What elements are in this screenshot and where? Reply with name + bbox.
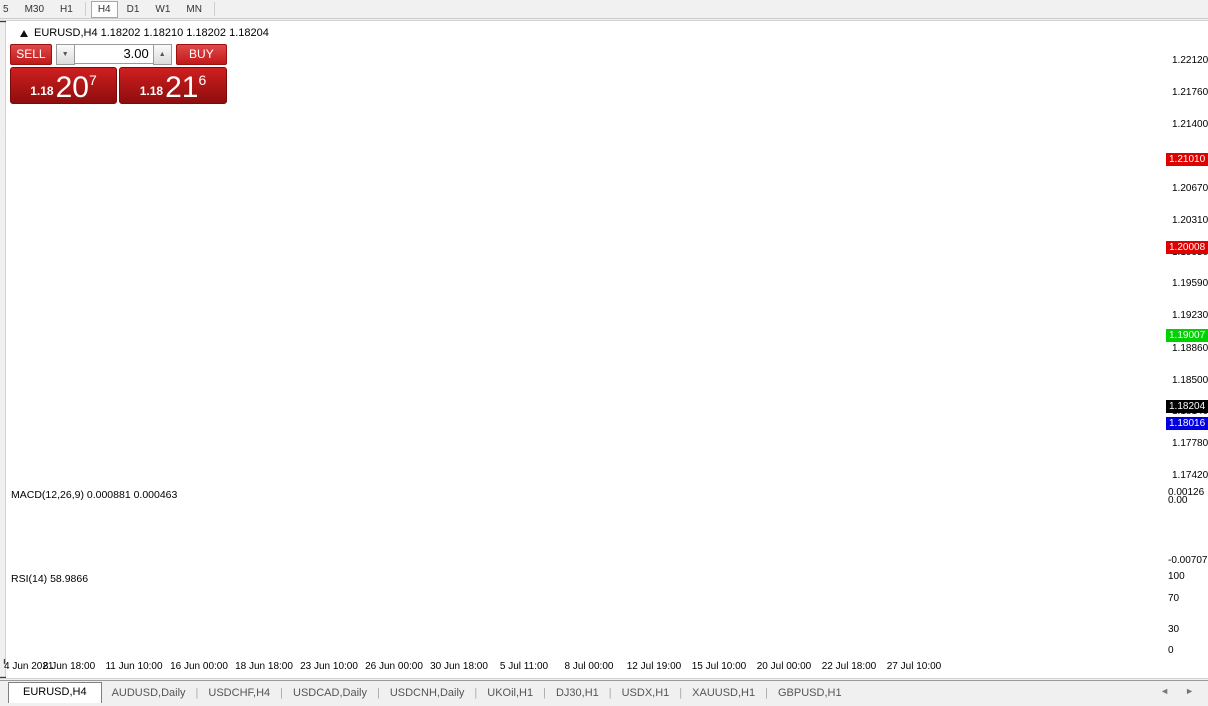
- chart-tab-bar: EURUSD,H4AUDUSD,Daily|USDCHF,H4|USDCAD,D…: [0, 680, 1208, 703]
- price-tick-label: 1.20670: [1172, 183, 1208, 194]
- timeframe-button-mn[interactable]: MN: [179, 1, 209, 18]
- chart-tab-audusd[interactable]: AUDUSD,Daily: [102, 684, 196, 703]
- timeframe-button-5[interactable]: 5: [0, 1, 16, 18]
- time-tick-label: 20 Jul 00:00: [757, 661, 812, 672]
- sell-price-prefix: 1.18: [30, 84, 53, 98]
- price-level-badge: 1.20008: [1166, 241, 1208, 254]
- indicator-axis-label: -0.00707: [1168, 555, 1207, 566]
- timeframe-button-h1[interactable]: H1: [53, 1, 80, 18]
- timeframe-button-d1[interactable]: D1: [120, 1, 147, 18]
- buy-price-button[interactable]: 1.18 21 6: [119, 67, 227, 104]
- timeframe-button-h4[interactable]: H4: [91, 1, 118, 18]
- chart-tab-usdcad[interactable]: USDCAD,Daily: [283, 684, 377, 703]
- price-tick-label: 1.19590: [1172, 278, 1208, 289]
- price-tick-label: 1.17420: [1172, 470, 1208, 481]
- chart-tab-dj30[interactable]: DJ30,H1: [546, 684, 609, 703]
- price-tick-label: 1.21400: [1172, 119, 1208, 130]
- macd-indicator-label: MACD(12,26,9) 0.000881 0.000463: [11, 489, 177, 501]
- chart-window: [6, 21, 1208, 678]
- time-tick-label: 15 Jul 10:00: [692, 661, 747, 672]
- time-tick-label: 5 Jul 11:00: [500, 661, 548, 672]
- chart-tab-xauusd[interactable]: XAUUSD,H1: [682, 684, 765, 703]
- chart-tab-usdcnh[interactable]: USDCNH,Daily: [380, 684, 475, 703]
- price-tick-label: 1.17780: [1172, 438, 1208, 449]
- time-tick-label: 26 Jun 00:00: [365, 661, 423, 672]
- volume-increase-button[interactable]: ▲: [153, 44, 172, 65]
- chart-tab-gbpusd[interactable]: GBPUSD,H1: [768, 684, 852, 703]
- rsi-indicator-label: RSI(14) 58.9866: [11, 573, 88, 585]
- chart-tab-ukoil[interactable]: UKOil,H1: [477, 684, 543, 703]
- timeframe-button-m30[interactable]: M30: [18, 1, 51, 18]
- volume-decrease-button[interactable]: ▼: [56, 44, 75, 65]
- chart-tab-usdx[interactable]: USDX,H1: [612, 684, 680, 703]
- price-tick-label: 1.18500: [1172, 375, 1208, 386]
- price-tick-label: 1.21760: [1172, 87, 1208, 98]
- indicator-axis-label: 70: [1168, 593, 1179, 604]
- time-tick-label: 23 Jun 10:00: [300, 661, 358, 672]
- collapse-panel-triangle-icon[interactable]: [20, 30, 28, 37]
- tabs-scroll-right-icon[interactable]: ►: [1185, 686, 1194, 696]
- volume-input[interactable]: 3.00: [75, 44, 153, 64]
- buy-price-prefix: 1.18: [140, 84, 163, 98]
- price-tick-label: 1.18860: [1172, 343, 1208, 354]
- chart-ohlc-title: EURUSD,H4 1.18202 1.18210 1.18202 1.1820…: [20, 27, 269, 39]
- tabs-scroll-left-icon[interactable]: ◄: [1160, 686, 1169, 696]
- chart-title-text: EURUSD,H4 1.18202 1.18210 1.18202 1.1820…: [34, 27, 269, 39]
- chart-tab-usdchf[interactable]: USDCHF,H4: [198, 684, 280, 703]
- time-tick-label: 27 Jul 10:00: [887, 661, 942, 672]
- time-tick-label: 30 Jun 18:00: [430, 661, 488, 672]
- chart-tab-eurusd[interactable]: EURUSD,H4: [8, 682, 102, 703]
- price-tick-label: 1.22120: [1172, 55, 1208, 66]
- one-click-trading-panel: SELL ▼ 3.00 ▲ BUY 1.18 20 7 1.18 21 6: [10, 44, 227, 100]
- buy-price-pip-digit: 6: [198, 73, 206, 87]
- timeframe-button-w1[interactable]: W1: [148, 1, 177, 18]
- price-tick-label: 1.20310: [1172, 215, 1208, 226]
- sell-price-pip-digit: 7: [89, 73, 97, 87]
- sell-price-big-digits: 20: [56, 75, 89, 101]
- time-tick-label: 22 Jul 18:00: [822, 661, 877, 672]
- indicator-axis-label: 0.00: [1168, 495, 1187, 506]
- toolbar-separator: [85, 2, 86, 16]
- time-tick-label: 12 Jul 19:00: [627, 661, 682, 672]
- time-tick-label: 11 Jun 10:00: [105, 661, 162, 672]
- indicator-axis-label: 100: [1168, 571, 1185, 582]
- toolbar-separator: [214, 2, 215, 16]
- buy-price-big-digits: 21: [165, 75, 198, 101]
- price-level-badge: 1.18204: [1166, 400, 1208, 413]
- time-tick-label: 8 Jul 00:00: [565, 661, 614, 672]
- price-level-badge: 1.21010: [1166, 153, 1208, 166]
- buy-button[interactable]: BUY: [176, 44, 227, 65]
- timeframe-toolbar: 5M30H1 H4D1W1MN: [0, 0, 1208, 19]
- application-window: 5M30H1 H4D1W1MN EURUSD,H4 1.18202 1.18210…: [0, 0, 1208, 706]
- price-tick-label: 1.19230: [1172, 310, 1208, 321]
- price-level-badge: 1.18016: [1166, 417, 1208, 430]
- sell-button[interactable]: SELL: [10, 44, 52, 65]
- sell-price-button[interactable]: 1.18 20 7: [10, 67, 117, 104]
- indicator-axis-label: 30: [1168, 624, 1179, 635]
- time-tick-label: 8 Jun 18:00: [43, 661, 95, 672]
- time-tick-label: 18 Jun 18:00: [235, 661, 293, 672]
- price-level-badge: 1.19007: [1166, 329, 1208, 342]
- time-tick-label: 16 Jun 00:00: [170, 661, 228, 672]
- indicator-axis-label: 0: [1168, 645, 1174, 656]
